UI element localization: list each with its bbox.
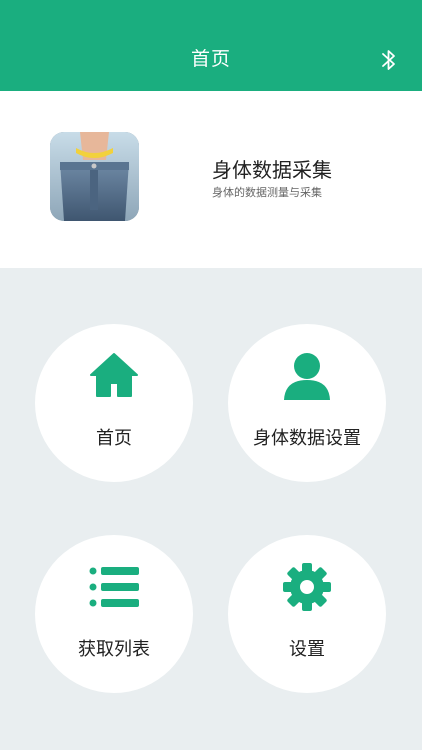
app-subtitle: 身体的数据测量与采集 <box>212 186 322 199</box>
app-name: 身体数据采集 <box>212 158 332 182</box>
page-title: 首页 <box>190 48 231 70</box>
body-data-settings-label: 身体数据设置 <box>253 428 361 449</box>
get-list-tile[interactable]: 获取列表 <box>35 535 193 693</box>
bluetooth-icon[interactable] <box>378 47 400 73</box>
user-icon <box>281 350 333 402</box>
get-list-label: 获取列表 <box>78 639 150 660</box>
settings-label: 设置 <box>289 639 325 660</box>
top-bar: 首页 <box>0 0 422 91</box>
waist-measure-icon <box>50 132 139 221</box>
home-tile-label: 首页 <box>96 428 132 449</box>
card-pointer <box>108 255 134 268</box>
home-icon <box>88 350 140 402</box>
body-data-settings-tile[interactable]: 身体数据设置 <box>228 324 386 482</box>
gear-icon <box>281 561 333 613</box>
home-tile[interactable]: 首页 <box>35 324 193 482</box>
settings-tile[interactable]: 设置 <box>228 535 386 693</box>
list-icon <box>88 561 140 613</box>
